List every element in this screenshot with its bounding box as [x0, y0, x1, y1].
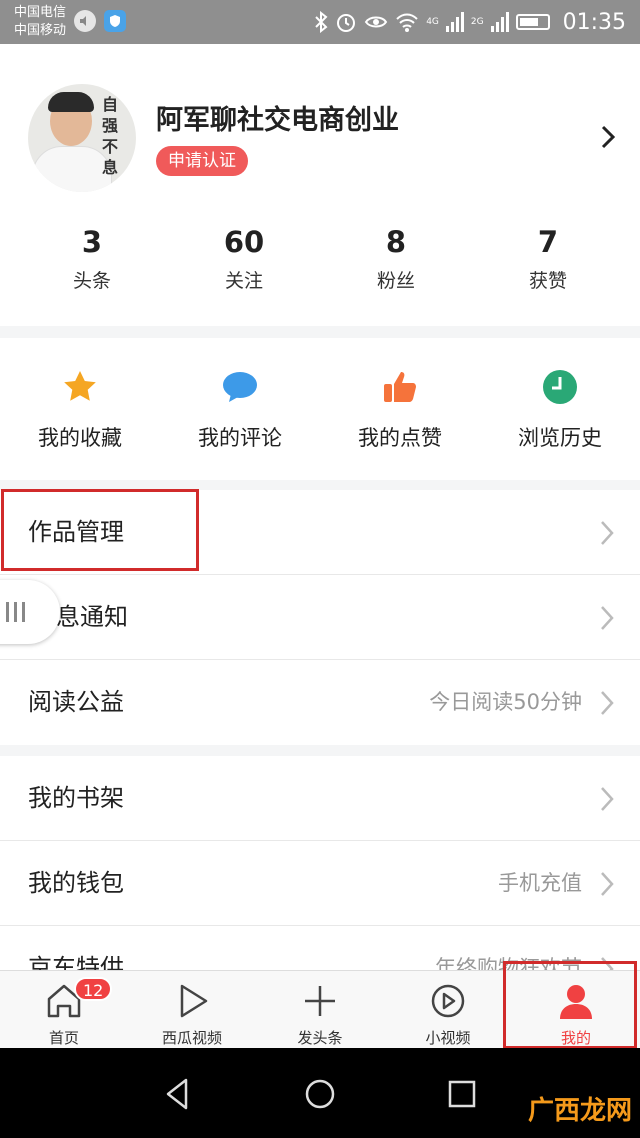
- mini-video-icon: [431, 984, 465, 1018]
- profile-name: 阿军聊社交电商创业: [156, 105, 399, 136]
- alarm-icon: [337, 14, 356, 32]
- stat-label: 获赞: [528, 270, 567, 292]
- avatar[interactable]: 自强不息: [28, 84, 136, 192]
- wifi-icon: [396, 13, 418, 32]
- avatar-calligraphy: 自强不息: [102, 95, 119, 177]
- highlight-box-mine: [503, 961, 637, 1049]
- stat-headlines[interactable]: 3 头条: [16, 222, 168, 293]
- quick-action-label: 我的评论: [198, 426, 282, 450]
- chevron-right-icon: [601, 691, 614, 715]
- chevron-right-icon: [601, 787, 614, 811]
- tab-label: 小视频: [425, 1029, 471, 1047]
- stat-value: 3: [81, 225, 103, 259]
- stat-label: 粉丝: [376, 270, 415, 292]
- notification-badge: 12: [74, 977, 113, 1001]
- menu-row-subtitle: 今日阅读50分钟: [429, 690, 582, 714]
- menu-row-subtitle: 手机充值: [498, 871, 582, 895]
- status-bar: 中国电信 中国移动 4G 2G 01:35: [0, 0, 640, 44]
- menu-row-wallet[interactable]: 我的钱包 手机充值: [0, 841, 640, 926]
- chevron-right-icon[interactable]: [598, 122, 618, 152]
- tab-xigua-video[interactable]: 西瓜视频: [128, 971, 256, 1048]
- chevron-right-icon: [601, 606, 614, 630]
- network-2g-label: 2G: [470, 17, 484, 27]
- menu-row-title: 我的钱包: [28, 869, 124, 897]
- stat-label: 关注: [224, 270, 263, 292]
- signal-icon-2: [490, 12, 509, 32]
- star-icon: [64, 371, 96, 401]
- my-favorites-button[interactable]: 我的收藏: [0, 338, 160, 480]
- shield-icon: [104, 10, 126, 32]
- recents-icon[interactable]: [444, 1076, 480, 1112]
- eye-icon: [364, 16, 388, 28]
- tab-post[interactable]: 发头条: [256, 971, 384, 1048]
- menu-row-notifications[interactable]: 息通知: [0, 575, 640, 660]
- carrier-2: 中国移动: [14, 23, 67, 38]
- tab-label: 西瓜视频: [161, 1029, 222, 1047]
- plus-icon: [305, 986, 335, 1016]
- tab-mini-video[interactable]: 小视频: [384, 971, 512, 1048]
- back-icon[interactable]: [160, 1076, 196, 1112]
- carrier-info: 中国电信 中国移动: [14, 4, 66, 40]
- battery-icon: [515, 14, 550, 30]
- highlight-box-works: [1, 489, 199, 571]
- my-likes-button[interactable]: 我的点赞: [320, 338, 480, 480]
- tab-label: 首页: [48, 1029, 79, 1047]
- carrier-1: 中国电信: [14, 5, 67, 20]
- menu-row-reading-charity[interactable]: 阅读公益 今日阅读50分钟: [0, 660, 640, 745]
- comment-icon: [223, 372, 257, 402]
- stat-value: 60: [223, 225, 265, 259]
- watermark-logo: 广西龙网: [527, 1096, 632, 1126]
- menu-row-title: 息通知: [56, 603, 128, 631]
- tab-home[interactable]: 首页 12: [0, 971, 128, 1048]
- apply-verification-button[interactable]: 申请认证: [156, 146, 248, 176]
- chevron-right-icon: [601, 872, 614, 896]
- clock-icon: [543, 370, 577, 404]
- quick-action-label: 我的收藏: [38, 426, 122, 450]
- browsing-history-button[interactable]: 浏览历史: [480, 338, 640, 480]
- profile-card[interactable]: 自强不息 阿军聊社交电商创业 申请认证 3 头条 60 关注 8 粉丝 7 获赞: [0, 44, 640, 326]
- stat-followers[interactable]: 8 粉丝: [320, 222, 472, 293]
- volume-icon: [74, 10, 96, 32]
- quick-action-label: 浏览历史: [518, 426, 602, 450]
- menu-row-bookshelf[interactable]: 我的书架: [0, 756, 640, 841]
- quick-action-label: 我的点赞: [358, 426, 442, 450]
- signal-icon: [445, 12, 464, 32]
- clock-time: 01:35: [562, 9, 626, 35]
- chevron-right-icon: [601, 521, 614, 545]
- stat-following[interactable]: 60 关注: [168, 222, 320, 293]
- menu-row-title: 我的书架: [28, 784, 124, 812]
- my-comments-button[interactable]: 我的评论: [160, 338, 320, 480]
- thumbs-up-icon: [384, 372, 416, 402]
- network-4g-label: 4G: [426, 17, 439, 27]
- stat-value: 7: [537, 225, 559, 259]
- menu-row-title: 阅读公益: [28, 688, 124, 716]
- stat-likes[interactable]: 7 获赞: [472, 222, 624, 293]
- bluetooth-icon: [315, 11, 328, 33]
- stat-label: 头条: [72, 270, 111, 292]
- home-button-icon[interactable]: [302, 1076, 338, 1112]
- play-icon: [180, 984, 208, 1018]
- stat-value: 8: [385, 225, 407, 259]
- quick-actions: 我的收藏 我的评论 我的点赞 浏览历史: [0, 338, 640, 480]
- tab-label: 发头条: [297, 1029, 343, 1047]
